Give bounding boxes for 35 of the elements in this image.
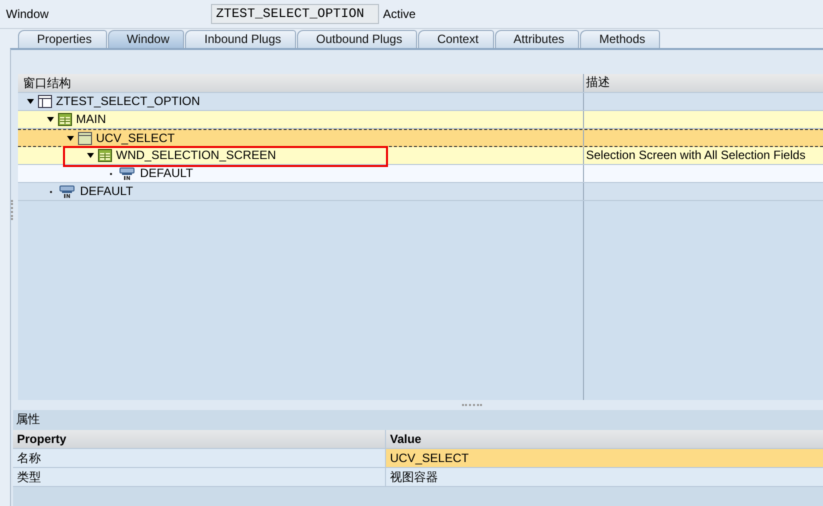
splitter-handle[interactable] <box>462 404 482 406</box>
resize-handle[interactable] <box>11 200 13 220</box>
column-header: Value <box>389 431 422 448</box>
tab[interactable]: Window <box>108 30 184 48</box>
field-label: Window <box>6 6 50 23</box>
tab[interactable]: Properties <box>18 30 107 48</box>
tree-node-label[interactable]: MAIN <box>76 111 106 128</box>
table-cell[interactable]: UCV_SELECT <box>386 449 823 467</box>
tree-node-label[interactable]: ZTEST_SELECT_OPTION <box>56 93 200 110</box>
column-header: Property <box>13 430 386 448</box>
connector-icon <box>118 167 136 180</box>
expand-arrow[interactable] <box>67 136 74 140</box>
expand-arrow[interactable] <box>27 99 34 104</box>
column-header: 描述 <box>585 74 611 91</box>
tree-node-label[interactable]: DEFAULT <box>140 165 194 182</box>
tab[interactable]: Inbound Plugs <box>185 30 296 48</box>
tab[interactable]: Methods <box>580 30 660 48</box>
tab[interactable]: Outbound Plugs <box>297 30 418 48</box>
expand-arrow[interactable] <box>47 117 54 122</box>
section-title: 属性 <box>15 411 41 428</box>
panel-icon <box>78 132 92 144</box>
tree-node-label[interactable]: DEFAULT <box>80 183 134 200</box>
table-cell[interactable]: 视图容器 <box>386 468 823 486</box>
tree-node-label[interactable]: UCV_SELECT <box>96 130 175 146</box>
connector-icon <box>58 185 76 198</box>
tab[interactable]: Context <box>418 30 494 48</box>
name-field[interactable]: ZTEST_SELECT_OPTION <box>211 4 379 24</box>
tree-node-label[interactable]: WND_SELECTION_SCREEN <box>116 147 276 164</box>
description-text: Selection Screen with All Selection Fields <box>586 148 806 162</box>
tab[interactable]: Attributes <box>494 30 580 48</box>
status-text: Active <box>383 6 416 23</box>
window-icon <box>38 95 52 108</box>
table-cell: 类型 <box>13 468 386 486</box>
expand-arrow[interactable] <box>87 153 94 158</box>
column-header: 窗口结构 <box>18 74 584 92</box>
